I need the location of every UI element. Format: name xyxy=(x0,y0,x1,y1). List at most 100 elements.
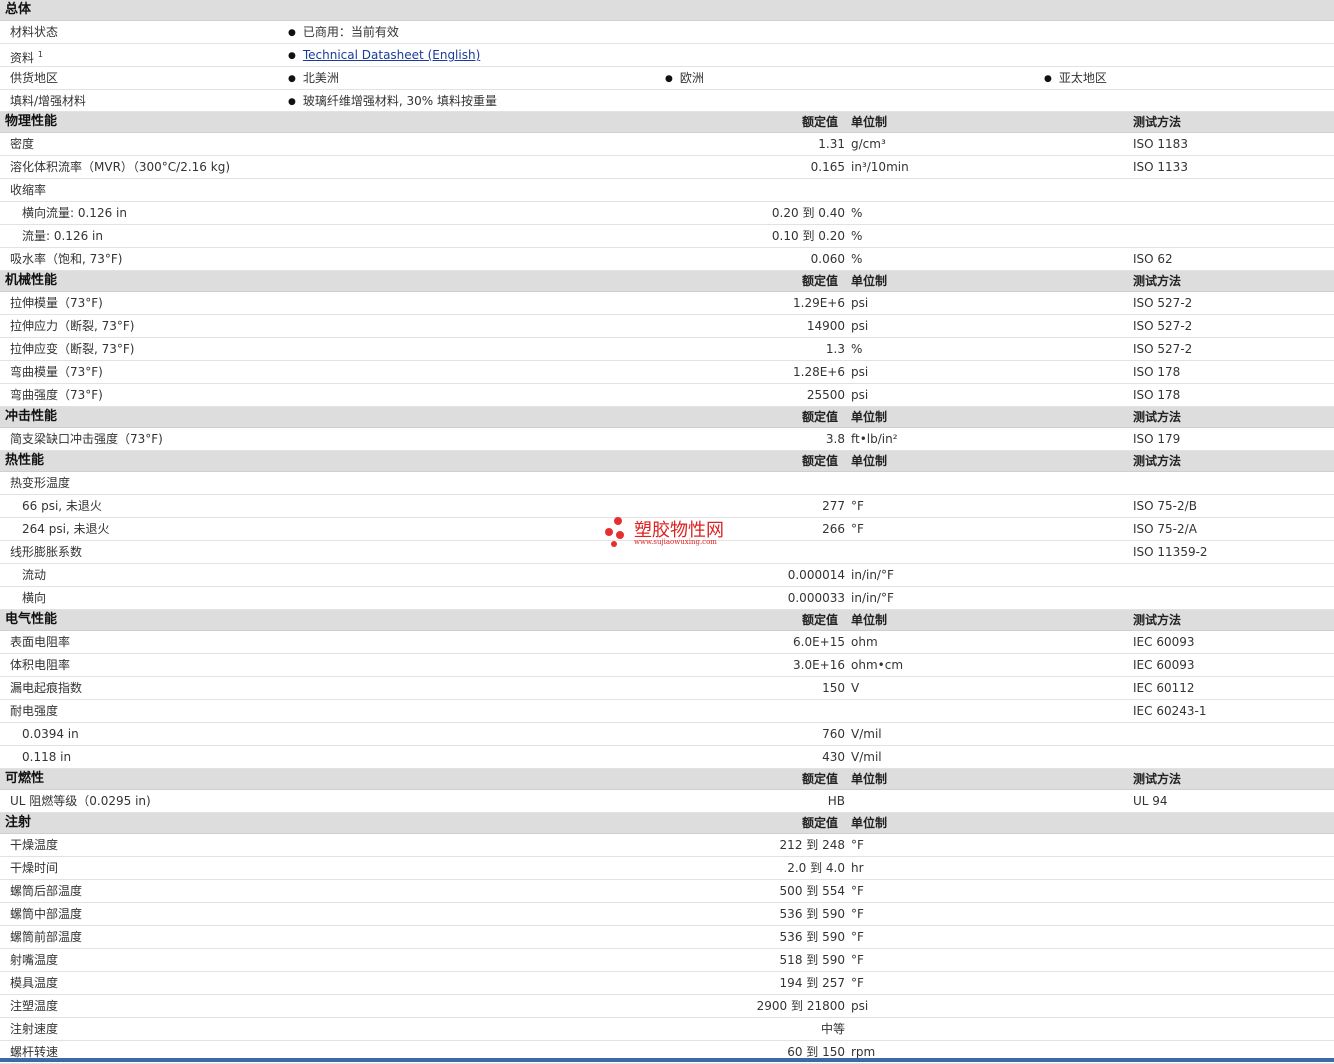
property-label: 流动 xyxy=(22,568,47,582)
property-row: 弯曲模量（73°F) 1.28E+6 psi ISO 178 xyxy=(0,361,1334,384)
property-unit: in/in/°F xyxy=(851,591,894,605)
property-unit: % xyxy=(851,229,863,243)
property-row: 0.118 in 430 V/mil xyxy=(0,746,1334,769)
column-header-unit: 单位制 xyxy=(851,454,888,468)
section-title: 电气性能 xyxy=(5,612,58,627)
column-header-nominal: 额定值 xyxy=(802,454,839,468)
watermark-dots-icon xyxy=(605,517,624,547)
property-label: 0.118 in xyxy=(22,750,72,764)
status-value: 已商用：当前有效 xyxy=(288,21,399,45)
row-filler: 填料/增强材料 玻璃纤维增强材料, 30% 填料按重量 xyxy=(0,90,1334,112)
property-unit: g/cm³ xyxy=(851,137,886,151)
section-title: 总体 xyxy=(5,2,32,17)
property-value: 536 到 590 xyxy=(779,907,845,921)
property-row: 干燥温度 212 到 248 °F xyxy=(0,834,1334,857)
column-header-nominal: 额定值 xyxy=(802,613,839,627)
column-header-test: 测试方法 xyxy=(1133,454,1182,468)
property-row: 螺筒前部温度 536 到 590 °F xyxy=(0,926,1334,949)
bottom-scroll-bar[interactable] xyxy=(0,1058,1334,1062)
column-header-test: 测试方法 xyxy=(1133,115,1182,129)
watermark-url: www.sujiaowuxing.com xyxy=(634,538,717,546)
section-title: 物理性能 xyxy=(5,114,58,129)
property-row: 横向流量: 0.126 in 0.20 到 0.40% xyxy=(0,202,1334,225)
property-row: 简支梁缺口冲击强度（73°F) 3.8 ft•lb/in² ISO 179 xyxy=(0,428,1334,451)
property-label: 吸水率（饱和, 73°F) xyxy=(10,252,123,266)
property-row: 热变形温度 xyxy=(0,472,1334,495)
property-row: 0.0394 in 760 V/mil xyxy=(0,723,1334,746)
property-row: 流量: 0.126 in 0.10 到 0.20% xyxy=(0,225,1334,248)
property-row: 流动 0.000014 in/in/°F xyxy=(0,564,1334,587)
test-method: IEC 60243-1 xyxy=(1133,704,1207,718)
property-label: 射嘴温度 xyxy=(10,953,59,967)
property-value: 3.0E+16 xyxy=(793,658,845,672)
property-unit: °F xyxy=(851,499,864,513)
section-title: 注射 xyxy=(5,815,32,830)
test-method: ISO 178 xyxy=(1133,388,1181,402)
section-header: 可燃性 额定值 单位制 测试方法 xyxy=(0,769,1334,790)
row-label: 填料/增强材料 xyxy=(10,94,87,108)
row-material-status: 材料状态 已商用：当前有效 xyxy=(0,21,1334,44)
region-asia-pacific: 亚太地区 xyxy=(1044,67,1107,91)
property-value: 6.0E+15 xyxy=(793,635,845,649)
property-unit: % xyxy=(851,252,863,266)
column-header-nominal: 额定值 xyxy=(802,115,839,129)
property-row: 螺筒后部温度 500 到 554 °F xyxy=(0,880,1334,903)
property-value: 430 xyxy=(822,750,845,764)
property-row: 漏电起痕指数 150 V IEC 60112 xyxy=(0,677,1334,700)
property-unit: in/in/°F xyxy=(851,568,894,582)
property-value: 1.3 xyxy=(825,342,845,356)
test-method: ISO 11359-2 xyxy=(1133,545,1208,559)
property-value: HB xyxy=(827,794,845,808)
property-label: 体积电阻率 xyxy=(10,658,71,672)
property-value: 0.060 xyxy=(810,252,845,266)
column-header-unit: 单位制 xyxy=(851,115,888,129)
property-value: 0.10 到 0.20 xyxy=(771,229,845,243)
property-value: 1.29E+6 xyxy=(793,296,845,310)
property-value: 1.28E+6 xyxy=(793,365,845,379)
property-value: 500 到 554 xyxy=(779,884,845,898)
test-method: ISO 75-2/A xyxy=(1133,522,1197,536)
property-unit: °F xyxy=(851,976,864,990)
column-header-unit: 单位制 xyxy=(851,772,888,786)
region-europe: 欧洲 xyxy=(665,67,704,91)
column-header-unit: 单位制 xyxy=(851,816,888,830)
section-header: 物理性能 额定值 单位制 测试方法 xyxy=(0,112,1334,133)
property-value: 518 到 590 xyxy=(779,953,845,967)
property-row: 干燥时间 2.0 到 4.0 hr xyxy=(0,857,1334,880)
property-unit: % xyxy=(851,206,863,220)
property-label: 拉伸应变（断裂, 73°F) xyxy=(10,342,135,356)
technical-datasheet-link[interactable]: Technical Datasheet (English) xyxy=(303,48,480,62)
section-header: 机械性能 额定值 单位制 测试方法 xyxy=(0,271,1334,292)
property-label: 溶化体积流率（MVR）（300°C/2.16 kg) xyxy=(10,160,231,174)
property-label: 弯曲模量（73°F) xyxy=(10,365,103,379)
watermark-logo: 塑胶物性网 www.sujiaowuxing.com xyxy=(604,515,744,549)
property-label: 弯曲强度（73°F) xyxy=(10,388,103,402)
test-method: ISO 527-2 xyxy=(1133,319,1193,333)
property-label: 横向 xyxy=(22,591,47,605)
test-method: UL 94 xyxy=(1133,794,1168,808)
property-label: 线形膨胀系数 xyxy=(10,545,83,559)
property-value: 25500 xyxy=(806,388,845,402)
property-unit: ohm•cm xyxy=(851,658,904,672)
property-unit: psi xyxy=(851,296,869,310)
property-unit: °F xyxy=(851,884,864,898)
property-row: 耐电强度 IEC 60243-1 xyxy=(0,700,1334,723)
property-value: 194 到 257 xyxy=(779,976,845,990)
property-label: 简支梁缺口冲击强度（73°F) xyxy=(10,432,163,446)
property-value: 212 到 248 xyxy=(779,838,845,852)
column-header-unit: 单位制 xyxy=(851,410,888,424)
property-value: 2.0 到 4.0 xyxy=(787,861,845,875)
column-header-test: 测试方法 xyxy=(1133,410,1182,424)
property-unit: psi xyxy=(851,388,869,402)
property-row: 模具温度 194 到 257 °F xyxy=(0,972,1334,995)
property-row: 收缩率 xyxy=(0,179,1334,202)
property-unit: V xyxy=(851,681,860,695)
section-header: 冲击性能 额定值 单位制 测试方法 xyxy=(0,407,1334,428)
property-label: 干燥温度 xyxy=(10,838,59,852)
row-documents: 资料 1 Technical Datasheet (English) xyxy=(0,44,1334,67)
region-north-america: 北美洲 xyxy=(288,67,339,91)
property-unit: °F xyxy=(851,907,864,921)
property-unit: V/mil xyxy=(851,750,882,764)
datasheet-link-item: Technical Datasheet (English) xyxy=(288,44,480,68)
section-title: 热性能 xyxy=(5,453,45,468)
